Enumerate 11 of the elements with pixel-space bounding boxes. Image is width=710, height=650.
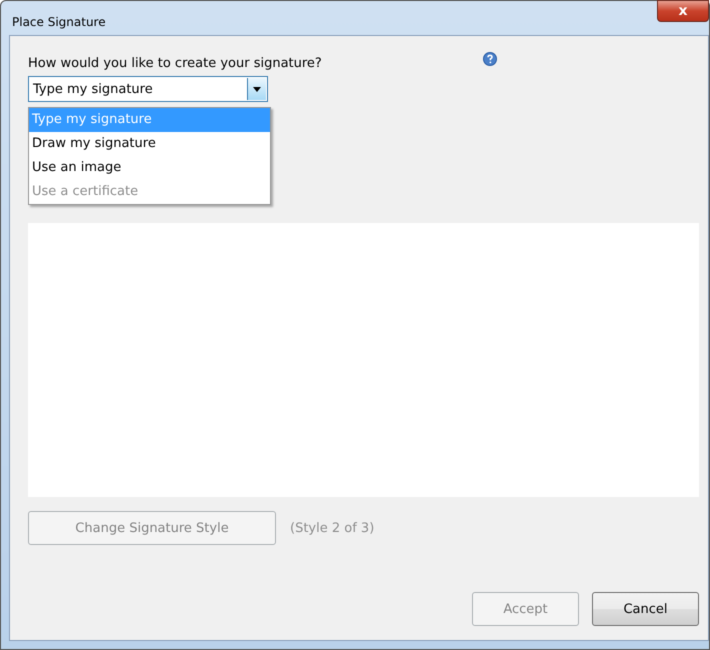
dropdown-option[interactable]: Draw my signature xyxy=(29,132,270,156)
caret-icon xyxy=(253,86,261,92)
prompt-label: How would you like to create your signature? xyxy=(28,56,323,71)
dropdown-option[interactable]: Type my signature xyxy=(29,108,270,132)
close-button[interactable]: x xyxy=(657,0,709,22)
cancel-button[interactable]: Cancel xyxy=(592,592,699,626)
help-icon[interactable] xyxy=(483,52,497,66)
dropdown-option[interactable]: Use an image xyxy=(29,156,270,180)
style-status: (Style 2 of 3) xyxy=(290,520,374,536)
signature-method-dropdown[interactable]: Type my signature xyxy=(28,76,268,102)
window-title: Place Signature xyxy=(12,15,106,29)
